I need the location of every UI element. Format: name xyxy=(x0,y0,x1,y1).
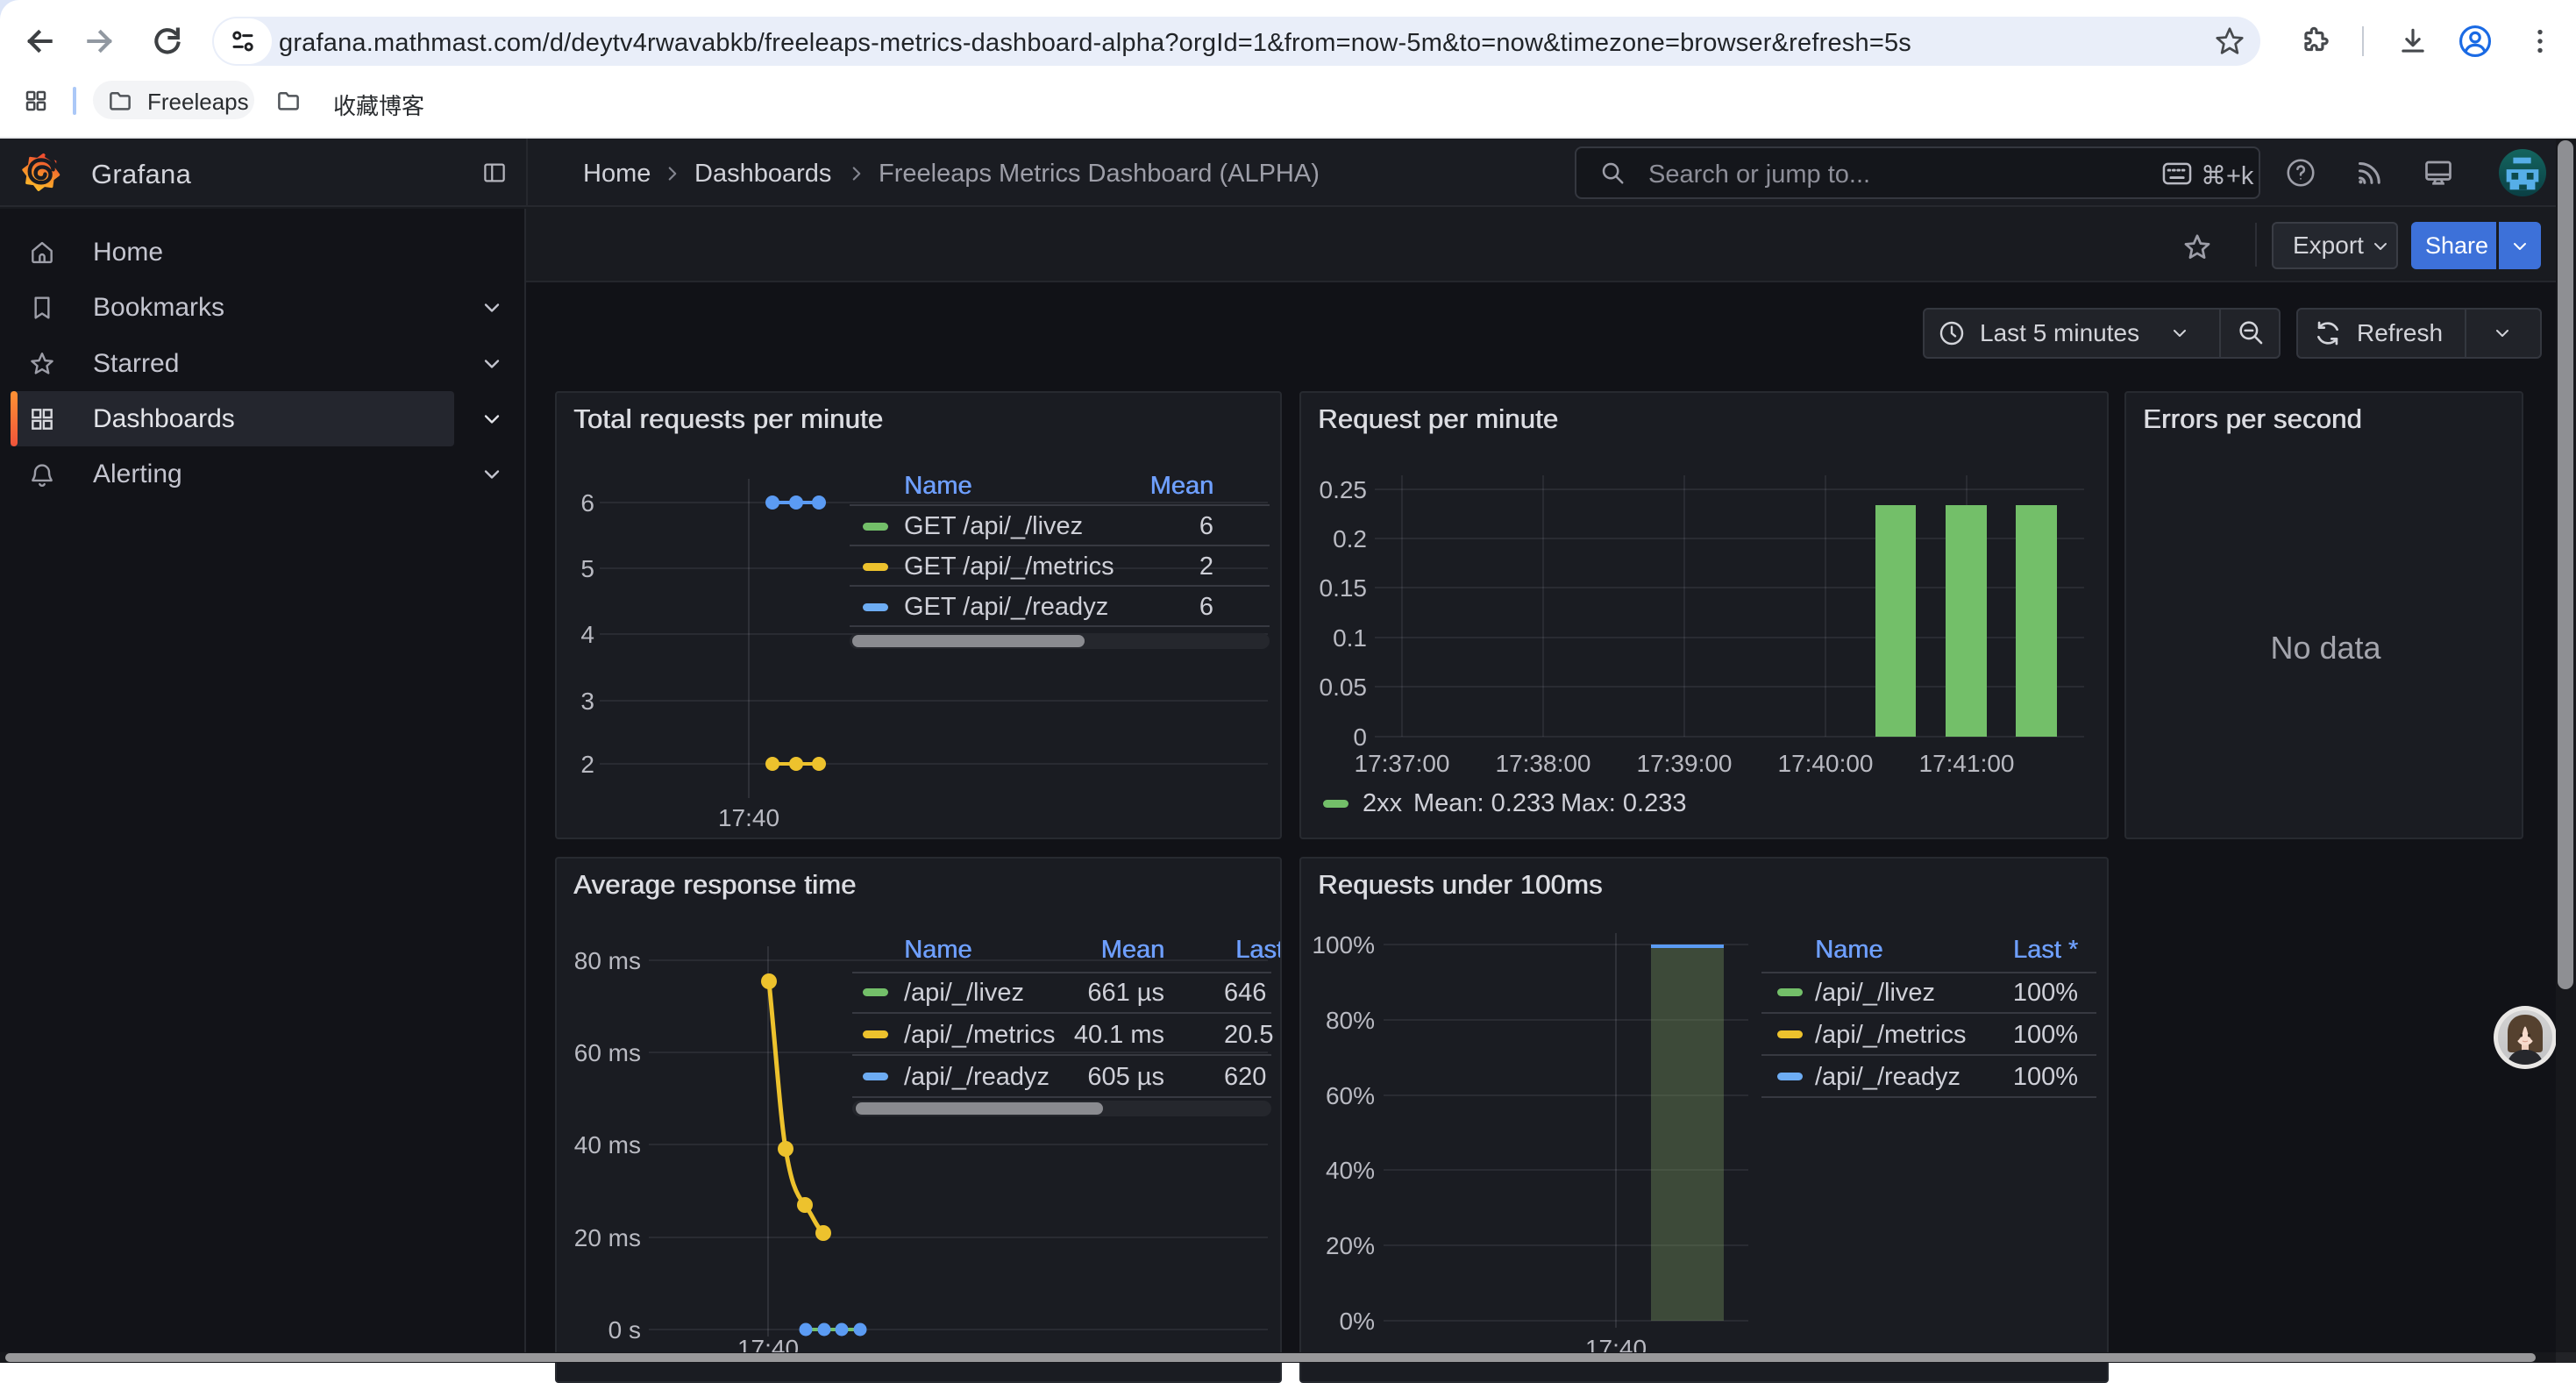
svg-text:40 ms: 40 ms xyxy=(574,1131,641,1158)
svg-text:0.05: 0.05 xyxy=(1320,674,1368,701)
svg-text:0.1: 0.1 xyxy=(1333,624,1367,652)
svg-text:40%: 40% xyxy=(1326,1157,1375,1184)
svg-text:4: 4 xyxy=(580,621,594,648)
svg-text:80 ms: 80 ms xyxy=(574,947,641,974)
svg-text:17:40: 17:40 xyxy=(718,804,779,831)
svg-text:6: 6 xyxy=(580,489,594,517)
svg-text:0 s: 0 s xyxy=(608,1316,641,1344)
svg-text:80%: 80% xyxy=(1326,1007,1375,1034)
svg-text:17:38:00: 17:38:00 xyxy=(1496,750,1591,777)
svg-text:17:39:00: 17:39:00 xyxy=(1637,750,1733,777)
svg-text:100%: 100% xyxy=(1312,931,1375,959)
svg-text:0.15: 0.15 xyxy=(1320,574,1368,602)
svg-text:60 ms: 60 ms xyxy=(574,1039,641,1066)
svg-text:0: 0 xyxy=(1353,724,1367,751)
svg-text:17:37:00: 17:37:00 xyxy=(1355,750,1450,777)
svg-text:2: 2 xyxy=(580,751,594,778)
svg-text:20 ms: 20 ms xyxy=(574,1224,641,1251)
svg-text:20%: 20% xyxy=(1326,1232,1375,1259)
svg-text:17:41:00: 17:41:00 xyxy=(1919,750,2015,777)
svg-text:3: 3 xyxy=(580,688,594,715)
svg-text:17:40:00: 17:40:00 xyxy=(1778,750,1874,777)
svg-text:0%: 0% xyxy=(1340,1308,1375,1335)
svg-text:60%: 60% xyxy=(1326,1082,1375,1109)
svg-text:0.2: 0.2 xyxy=(1333,525,1367,552)
svg-text:5: 5 xyxy=(580,555,594,582)
svg-text:0.25: 0.25 xyxy=(1320,476,1368,503)
